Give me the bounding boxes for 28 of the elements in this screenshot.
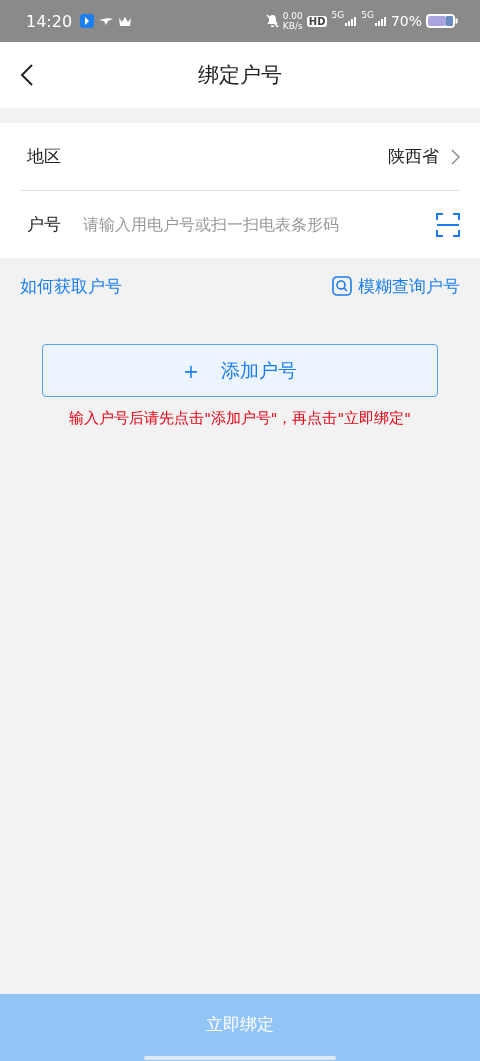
search-icon [332, 276, 352, 296]
mute-bell-icon [265, 14, 279, 28]
field-label: 户号 [27, 213, 62, 236]
bird-icon [98, 16, 115, 26]
how-to-link[interactable]: 如何获取户号 [20, 274, 122, 298]
back-icon[interactable] [20, 64, 34, 86]
fuzzy-search-link[interactable]: 模糊查询户号 [332, 274, 460, 298]
region-row[interactable]: 地区 陕西省 [20, 123, 460, 190]
region-value: 陕西省 [388, 145, 439, 168]
network-type: 5G [361, 10, 374, 20]
net-speed: 0.00 [282, 11, 303, 21]
network-type: 5G [331, 10, 345, 20]
battery-icon [426, 14, 458, 28]
net-unit: KB/s [282, 21, 303, 31]
account-input[interactable]: 请输入用电户号或扫一扫电表条形码 [83, 215, 424, 234]
hd-badge: HD [306, 15, 328, 27]
scan-icon[interactable] [436, 212, 460, 237]
battery-percent: 70% [390, 13, 422, 29]
page-title: 绑定户号 [198, 62, 282, 89]
clock: 14:20 [26, 11, 73, 31]
add-account-button[interactable]: + 添加户号 [42, 344, 438, 397]
signal-icon [374, 16, 387, 26]
chevron-right-icon [451, 148, 460, 165]
signal-icon [345, 16, 358, 26]
field-label: 地区 [27, 145, 62, 168]
warning-text: 输入户号后请先点击"添加户号"，再点击"立即绑定" [68, 409, 412, 428]
crown-icon [118, 15, 133, 27]
app-icon [80, 14, 95, 28]
